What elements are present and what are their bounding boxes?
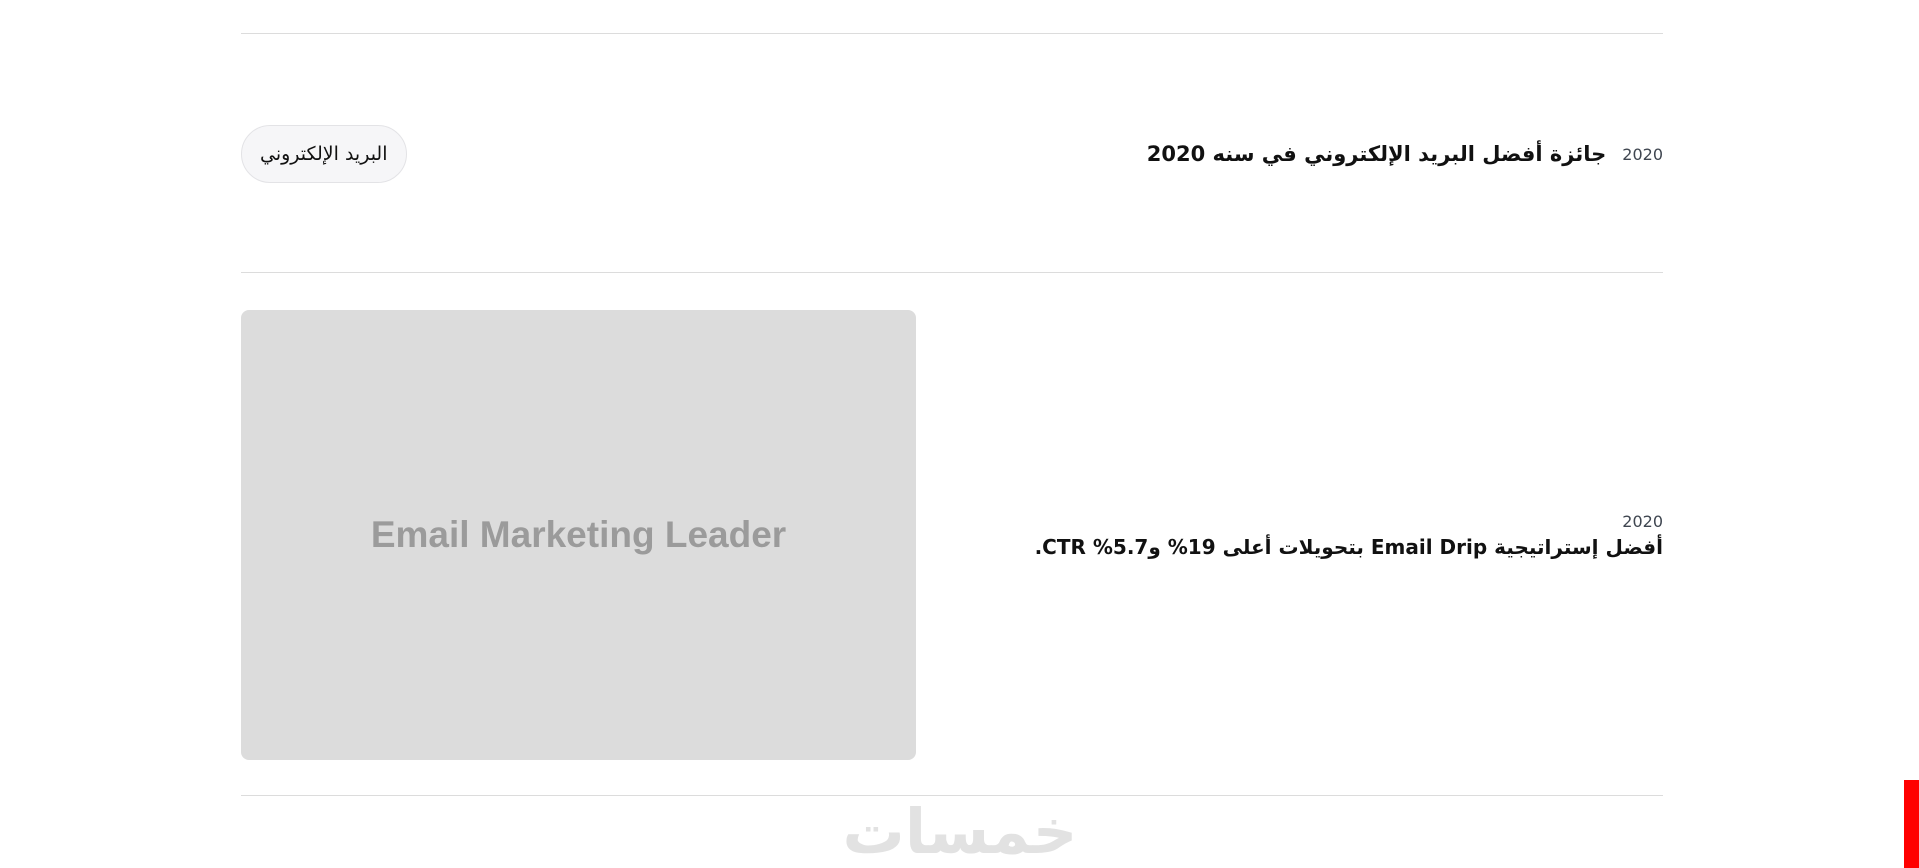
khamsat-logo-watermark: خمسات (842, 795, 1078, 868)
award-year: 2020 (1622, 144, 1663, 164)
project-image[interactable]: Email Marketing Leader (241, 310, 916, 760)
award-row: 2020 جائزة أفضل البريد الإلكتروني في سنه… (241, 125, 1663, 183)
award-heading: 2020 جائزة أفضل البريد الإلكتروني في سنه… (1147, 142, 1663, 166)
award-title: جائزة أفضل البريد الإلكتروني في سنه 2020 (1146, 142, 1607, 166)
red-side-tab[interactable] (1904, 780, 1919, 868)
project-year: 2020 (1622, 512, 1663, 531)
project-title[interactable]: أفضل إستراتيجية Email Drip بتحويلات أعلى… (963, 532, 1663, 562)
divider (241, 33, 1663, 34)
project-image-caption: Email Marketing Leader (370, 514, 787, 555)
divider (241, 272, 1663, 273)
page: 2020 جائزة أفضل البريد الإلكتروني في سنه… (0, 0, 1919, 868)
email-tag-button[interactable]: البريد الإلكتروني (241, 125, 407, 183)
project-info: 2020 أفضل إستراتيجية Email Drip بتحويلات… (963, 512, 1663, 562)
